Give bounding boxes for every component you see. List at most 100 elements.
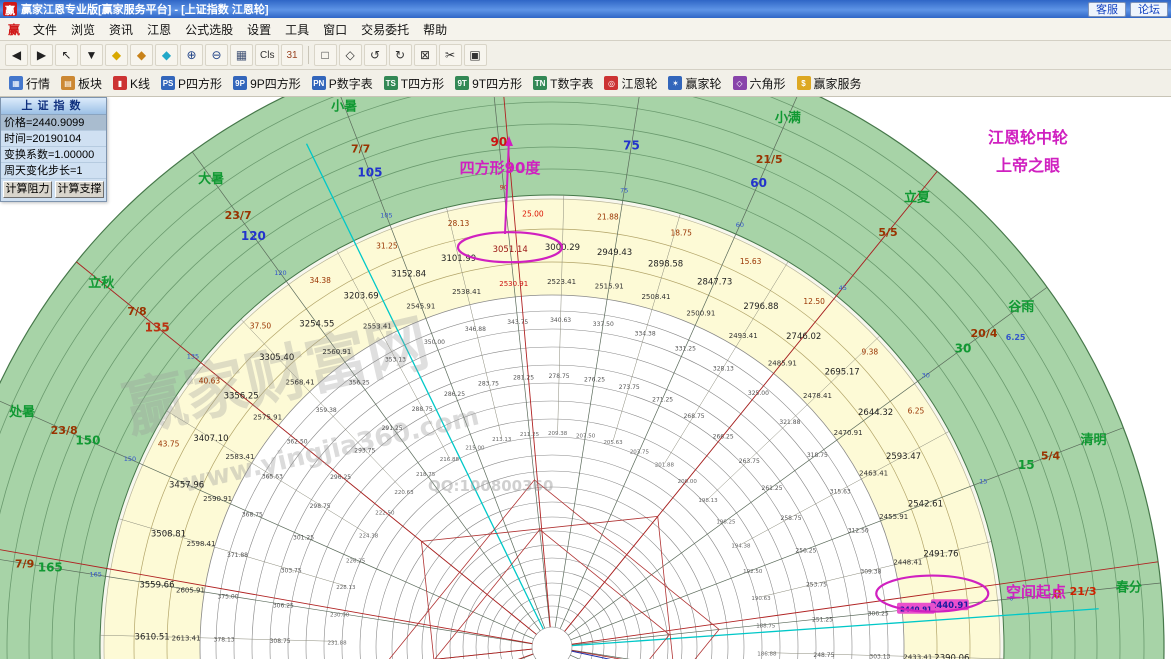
inner-ring-d-value: 306.25 (273, 602, 294, 609)
inner-ring-d-value: 271.25 (652, 397, 673, 404)
menu-item-设置[interactable]: 设置 (240, 19, 278, 40)
inner-ring-e-value: 190.63 (751, 596, 771, 602)
tool-赢家轮[interactable]: ✶赢家轮 (668, 75, 721, 92)
main-toolbar: ◀▶↖▼◆◆◆⊕⊖▦Cls31□◇↺↻⊠✂▣ (0, 41, 1171, 70)
tool-P数字表[interactable]: PNP数字表 (312, 75, 373, 92)
toolbar-button-8[interactable]: ⊖ (205, 44, 228, 66)
toolbar-button-19[interactable]: ▣ (464, 44, 487, 66)
tool-label: P四方形 (178, 75, 222, 92)
toolbar-button-16[interactable]: ↻ (389, 44, 412, 66)
solar-term-date: 23/7 (225, 209, 252, 222)
app-logo-icon: 赢 (3, 2, 17, 16)
toolbar-button-11[interactable]: 31 (281, 44, 302, 66)
menu-item-公式选股[interactable]: 公式选股 (178, 19, 240, 40)
menu-item-窗口[interactable]: 窗口 (316, 19, 354, 40)
inner-ring-c-value: 334.38 (635, 331, 656, 338)
percent-ring-value: 15.63 (740, 257, 762, 266)
toolbar-button-18[interactable]: ✂ (439, 44, 462, 66)
toolbar-button-7[interactable]: ⊕ (180, 44, 203, 66)
inner-ring-c-value: 356.25 (349, 380, 370, 387)
degree-label: 30 (955, 341, 972, 355)
inner-ring-d-value: 308.75 (270, 638, 291, 645)
tool-赢家服务[interactable]: $赢家服务 (797, 75, 862, 92)
inner-ring-c-value: 331.25 (675, 345, 696, 352)
solar-term-date: 5/5 (878, 226, 897, 239)
solar-term-date: 21/5 (756, 153, 783, 166)
inner-ring-c-value: 359.38 (316, 407, 337, 414)
toolbar-button-4[interactable]: ◆ (105, 44, 128, 66)
menu-item-浏览[interactable]: 浏览 (64, 19, 102, 40)
solar-term-date: 5/4 (1041, 450, 1061, 463)
tool-T数字表[interactable]: TNT数字表 (533, 75, 593, 92)
toolbar-button-6[interactable]: ◆ (155, 44, 178, 66)
tool-K线[interactable]: ▮K线 (113, 75, 150, 92)
inner-ring-c-value: 378.13 (214, 636, 235, 643)
menu-item-文件[interactable]: 文件 (26, 19, 64, 40)
calc-support-button[interactable]: 计算支撑 (55, 181, 104, 198)
tool-label: 9P四方形 (250, 75, 301, 92)
toolbar-button-17[interactable]: ⊠ (414, 44, 437, 66)
percent-ring-value: 21.88 (597, 213, 619, 222)
toolbar-button-3[interactable]: ▼ (80, 44, 103, 66)
menu-item-交易委托[interactable]: 交易委托 (354, 19, 416, 40)
solar-term-date: 7/9 (15, 557, 34, 570)
degree-label: 105 (357, 166, 382, 180)
inner-ring-e-value: 209.38 (548, 431, 568, 437)
gann-wheel-canvas[interactable]: 赢家财富网www.yingjia360.comQQ:1008003602390.… (0, 97, 1171, 659)
inner-ring-c-value: 309.38 (860, 568, 881, 575)
solar-term-label: 小满 (775, 110, 801, 126)
inner-degree-label: 45 (839, 284, 847, 292)
tool-label: 板块 (78, 75, 102, 92)
customer-service-button[interactable]: 客服 (1088, 2, 1126, 17)
degree-label: 165 (38, 561, 63, 575)
K线-icon: ▮ (113, 76, 127, 90)
toolbar-button-5[interactable]: ◆ (130, 44, 153, 66)
toolbar-button-14[interactable]: ◇ (339, 44, 362, 66)
tool-9T四方形[interactable]: 9T9T四方形 (455, 75, 522, 92)
inner-ring-e-value: 220.63 (394, 490, 414, 496)
menu-item-帮助[interactable]: 帮助 (416, 19, 454, 40)
chart-area[interactable]: 赢家财富网www.yingjia360.comQQ:1008003602390.… (0, 97, 1171, 659)
calc-resistance-button[interactable]: 计算阻力 (3, 181, 52, 198)
tool-江恩轮[interactable]: ◎江恩轮 (604, 75, 657, 92)
price-ring-degrees-value: 2575.91 (253, 414, 282, 422)
inner-ring-c-value: 368.75 (242, 512, 263, 519)
watermark: QQ:100800360 (428, 477, 553, 495)
inner-ring-e-value: 201.88 (655, 463, 675, 469)
inner-ring-d-value: 258.75 (781, 515, 802, 522)
tool-T四方形[interactable]: TST四方形 (384, 75, 444, 92)
inner-ring-d-value: 261.25 (762, 485, 783, 492)
toolbar-button-13[interactable]: □ (314, 44, 337, 66)
price-ring-outer-value: 2644.32 (858, 408, 893, 418)
mis-label: 6.25 (1006, 333, 1026, 342)
tool-9P四方形[interactable]: 9P9P四方形 (233, 75, 301, 92)
solar-term-label: 小暑 (331, 100, 357, 115)
quote-field-3: 周天变化步长=1 (1, 163, 106, 179)
toolbar-button-9[interactable]: ▦ (230, 44, 253, 66)
toolbar-button-10[interactable]: Cls (255, 44, 279, 66)
degree-label: 135 (145, 320, 170, 334)
toolbar-button-2[interactable]: ↖ (55, 44, 78, 66)
tool-板块[interactable]: ▤板块 (61, 75, 102, 92)
menu-item-资讯[interactable]: 资讯 (102, 19, 140, 40)
price-ring-outer-value: 2796.88 (743, 302, 778, 312)
inner-ring-c-value: 343.75 (507, 319, 528, 326)
menu-item-江恩[interactable]: 江恩 (140, 19, 178, 40)
toolbar-button-0[interactable]: ◀ (5, 44, 28, 66)
tool-行情[interactable]: ▦行情 (9, 75, 50, 92)
inner-degree-label: 150 (124, 455, 136, 463)
toolbar-button-15[interactable]: ↺ (364, 44, 387, 66)
forum-button[interactable]: 论坛 (1130, 2, 1168, 17)
inner-ring-e-value: 216.88 (440, 457, 460, 463)
tool-P四方形[interactable]: PSP四方形 (161, 75, 222, 92)
inner-ring-c-value: 312.50 (848, 527, 869, 534)
menu-item-工具[interactable]: 工具 (278, 19, 316, 40)
price-ring-outer-value: 3559.66 (139, 580, 174, 590)
price-ring-outer-value: 2847.73 (697, 278, 732, 288)
price-ring-degrees-value: 2545.91 (406, 302, 435, 310)
toolbar-button-1[interactable]: ▶ (30, 44, 53, 66)
tool-六角形[interactable]: ◇六角形 (733, 75, 786, 92)
price-ring-degrees-value: 2598.41 (187, 540, 216, 548)
inner-ring-d-value: 291.25 (382, 425, 403, 432)
price-ring-degrees-value: 2463.41 (859, 469, 888, 477)
